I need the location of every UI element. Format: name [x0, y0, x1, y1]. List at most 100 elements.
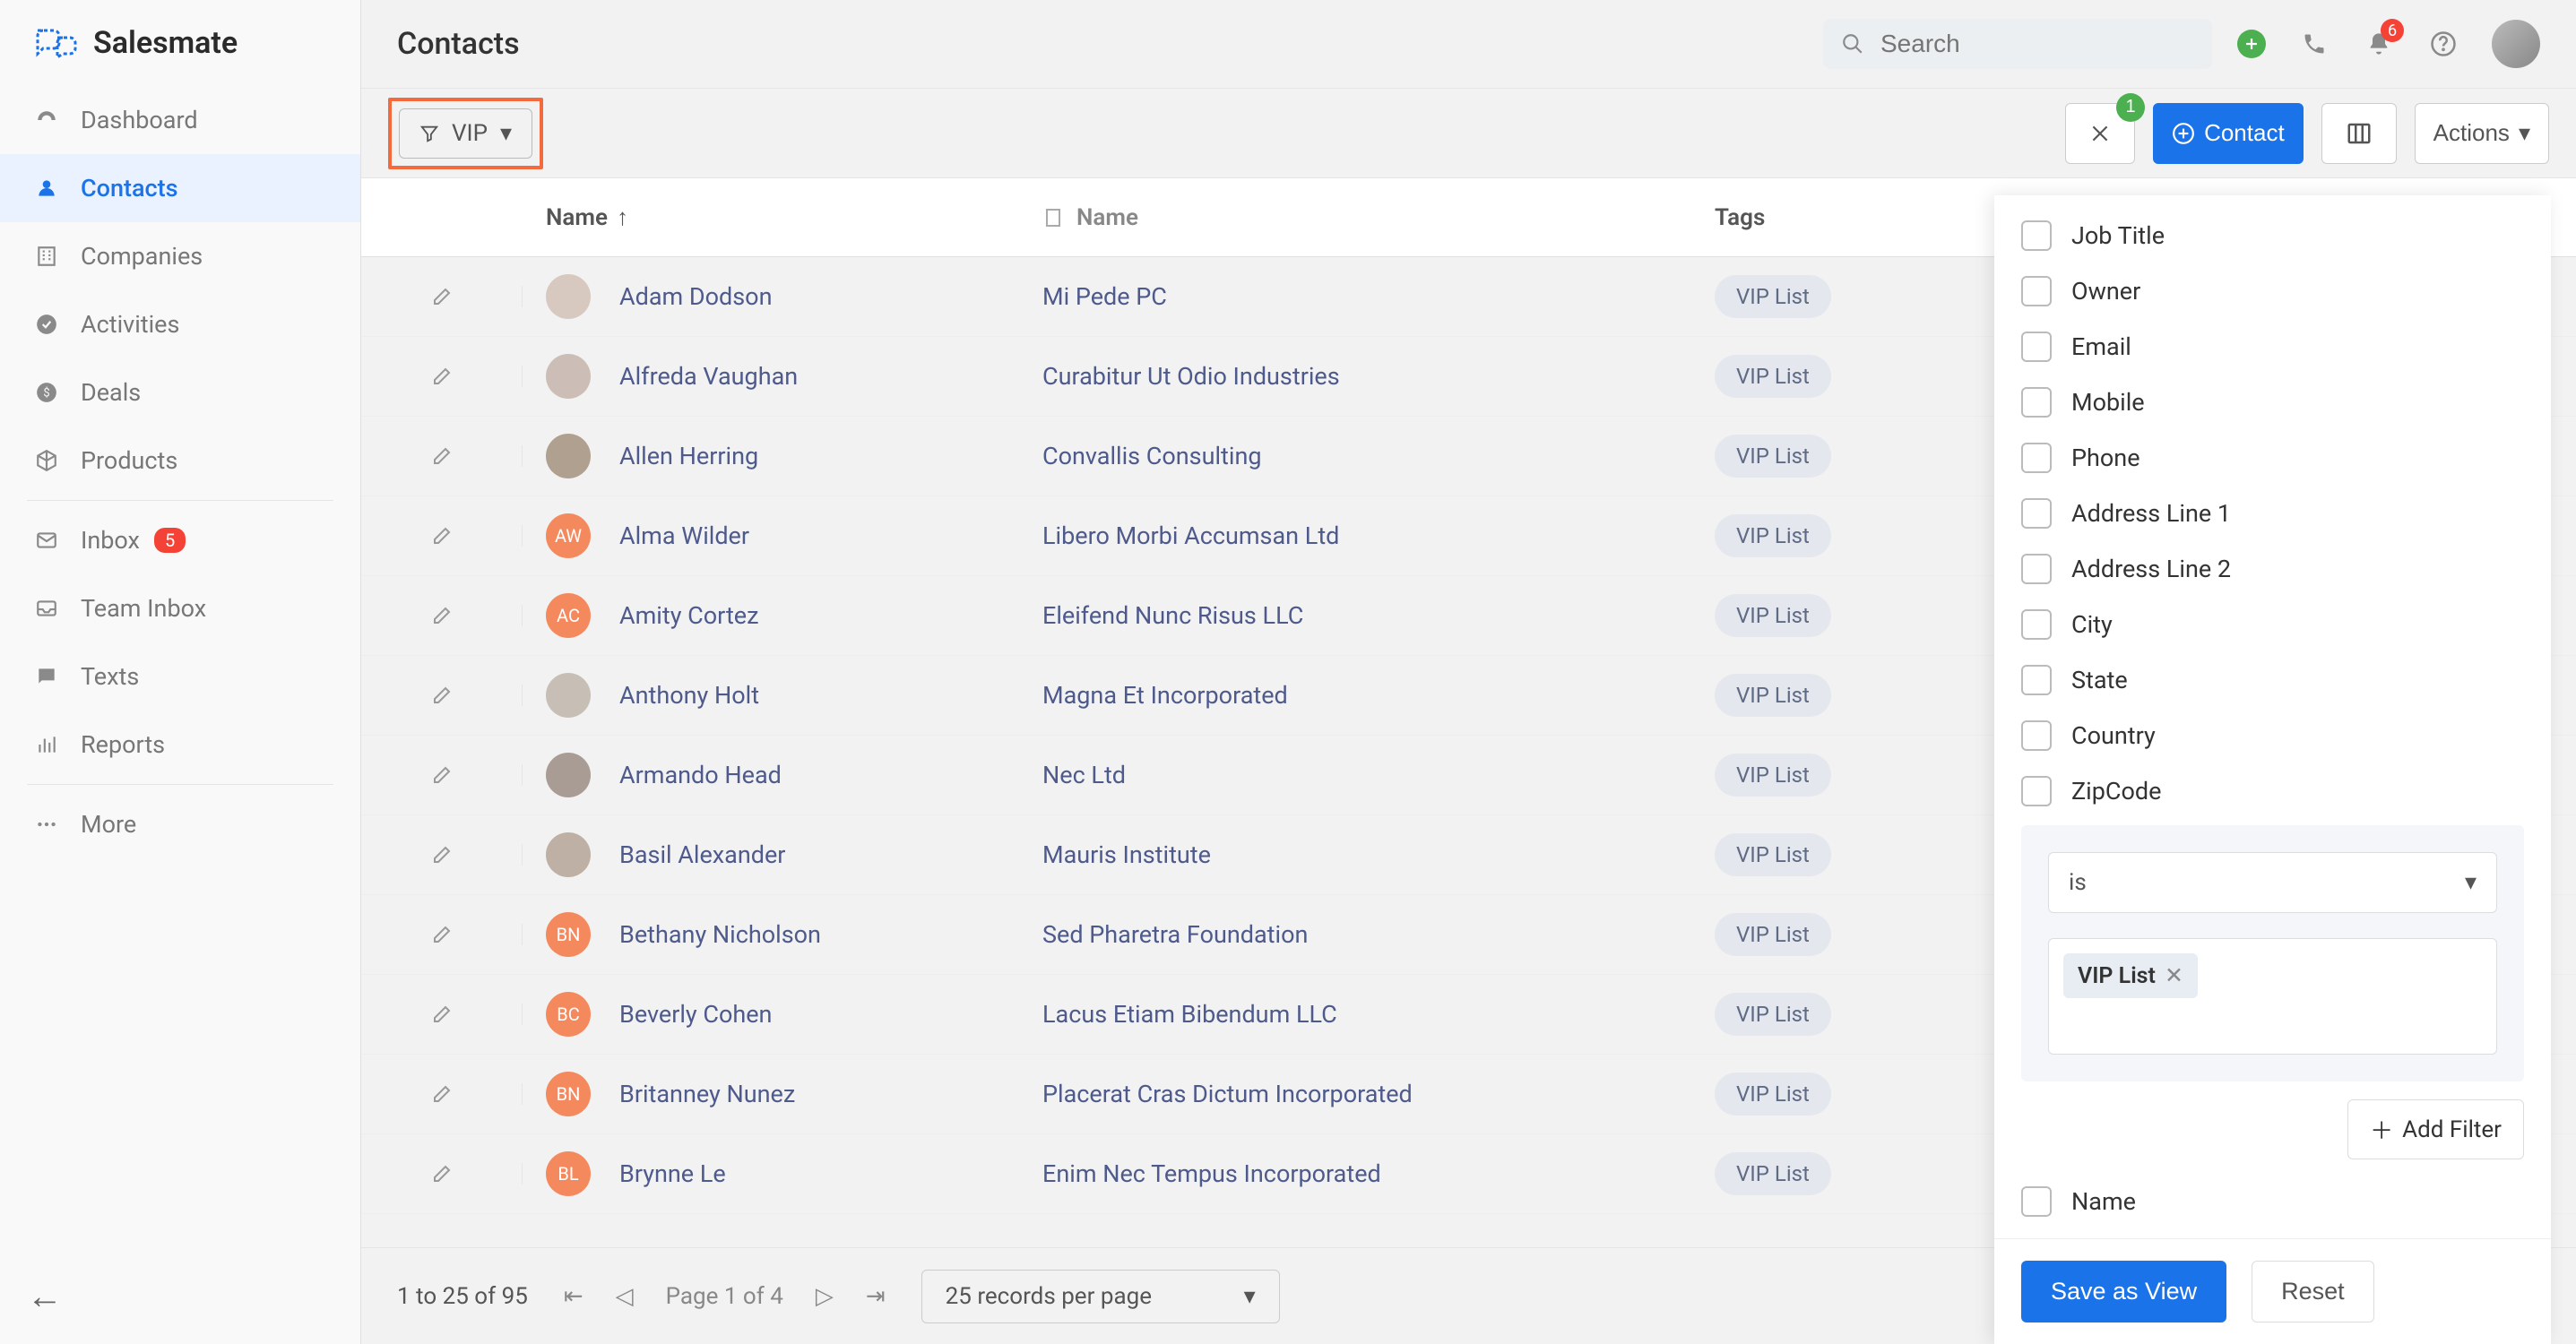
checkbox[interactable]	[2021, 720, 2052, 751]
phone-icon[interactable]	[2298, 28, 2330, 60]
filter-field-job-title[interactable]: Job Title	[2021, 208, 2524, 263]
contact-name-cell[interactable]: Basil Alexander	[523, 832, 1042, 877]
tag-pill[interactable]: VIP List	[1715, 754, 1831, 797]
company-name-cell[interactable]: Mauris Institute	[1042, 840, 1670, 869]
page-prev-icon[interactable]: ◁	[616, 1283, 634, 1310]
help-icon[interactable]	[2427, 28, 2459, 60]
sidebar-item-more[interactable]: More	[0, 790, 360, 858]
edit-row-button[interactable]	[361, 1004, 523, 1025]
tag-pill[interactable]: VIP List	[1715, 275, 1831, 318]
close-filter-button[interactable]: 1	[2065, 103, 2135, 164]
checkbox[interactable]	[2021, 498, 2052, 529]
edit-row-button[interactable]	[361, 1163, 523, 1185]
checkbox[interactable]	[2021, 1186, 2052, 1217]
tag-pill[interactable]: VIP List	[1715, 435, 1831, 478]
tag-pill[interactable]: VIP List	[1715, 993, 1831, 1036]
filter-field-address-line-2[interactable]: Address Line 2	[2021, 541, 2524, 597]
filter-field-owner[interactable]: Owner	[2021, 263, 2524, 319]
sidebar-item-contacts[interactable]: Contacts	[0, 154, 360, 222]
filter-field-email[interactable]: Email	[2021, 319, 2524, 375]
company-name-cell[interactable]: Eleifend Nunc Risus LLC	[1042, 601, 1670, 630]
sidebar-item-activities[interactable]: Activities	[0, 290, 360, 358]
edit-row-button[interactable]	[361, 366, 523, 387]
contact-name-cell[interactable]: AWAlma Wilder	[523, 513, 1042, 558]
page-size-select[interactable]: 25 records per page ▾	[921, 1270, 1280, 1323]
checkbox[interactable]	[2021, 665, 2052, 695]
sidebar-item-inbox[interactable]: Inbox5	[0, 506, 360, 574]
column-header-company[interactable]: Name	[1042, 204, 1670, 231]
back-arrow-icon[interactable]: ←	[27, 1275, 63, 1317]
save-as-view-button[interactable]: Save as View	[2021, 1261, 2226, 1322]
search-input[interactable]	[1880, 30, 2204, 58]
company-name-cell[interactable]: Convallis Consulting	[1042, 442, 1670, 470]
company-name-cell[interactable]: Placerat Cras Dictum Incorporated	[1042, 1080, 1670, 1108]
contact-name-cell[interactable]: Anthony Holt	[523, 673, 1042, 718]
filter-field-city[interactable]: City	[2021, 597, 2524, 652]
filter-field-state[interactable]: State	[2021, 652, 2524, 708]
contact-name-cell[interactable]: Armando Head	[523, 753, 1042, 797]
tag-pill[interactable]: VIP List	[1715, 913, 1831, 956]
edit-row-button[interactable]	[361, 685, 523, 706]
filter-field-phone[interactable]: Phone	[2021, 430, 2524, 486]
company-name-cell[interactable]: Lacus Etiam Bibendum LLC	[1042, 1000, 1670, 1029]
company-name-cell[interactable]: Curabitur Ut Odio Industries	[1042, 362, 1670, 391]
checkbox[interactable]	[2021, 443, 2052, 473]
page-first-icon[interactable]: ⇤	[564, 1283, 583, 1310]
sidebar-item-texts[interactable]: Texts	[0, 642, 360, 711]
checkbox[interactable]	[2021, 554, 2052, 584]
columns-button[interactable]	[2321, 103, 2397, 164]
reset-button[interactable]: Reset	[2252, 1261, 2374, 1322]
column-header-name[interactable]: Name ↑	[523, 203, 1042, 231]
sidebar-item-deals[interactable]: $Deals	[0, 358, 360, 426]
tag-pill[interactable]: VIP List	[1715, 355, 1831, 398]
sidebar-item-dashboard[interactable]: Dashboard	[0, 86, 360, 154]
edit-row-button[interactable]	[361, 605, 523, 626]
tag-pill[interactable]: VIP List	[1715, 833, 1831, 876]
filter-value-input[interactable]: VIP List ✕	[2048, 938, 2497, 1055]
checkbox[interactable]	[2021, 332, 2052, 362]
company-name-cell[interactable]: Sed Pharetra Foundation	[1042, 920, 1670, 949]
company-name-cell[interactable]: Nec Ltd	[1042, 761, 1670, 789]
add-button[interactable]	[2237, 30, 2266, 58]
edit-row-button[interactable]	[361, 924, 523, 945]
checkbox[interactable]	[2021, 220, 2052, 251]
checkbox[interactable]	[2021, 276, 2052, 306]
tag-pill[interactable]: VIP List	[1715, 514, 1831, 557]
edit-row-button[interactable]	[361, 286, 523, 307]
contact-name-cell[interactable]: BLBrynne Le	[523, 1151, 1042, 1196]
contact-name-cell[interactable]: Allen Herring	[523, 434, 1042, 478]
global-search[interactable]	[1823, 19, 2212, 69]
actions-dropdown[interactable]: Actions ▾	[2415, 103, 2549, 164]
filter-field-mobile[interactable]: Mobile	[2021, 375, 2524, 430]
checkbox[interactable]	[2021, 776, 2052, 806]
company-name-cell[interactable]: Magna Et Incorporated	[1042, 681, 1670, 710]
tag-pill[interactable]: VIP List	[1715, 1073, 1831, 1116]
sidebar-item-reports[interactable]: Reports	[0, 711, 360, 779]
filter-field-country[interactable]: Country	[2021, 708, 2524, 763]
contact-name-cell[interactable]: BCBeverly Cohen	[523, 992, 1042, 1037]
page-next-icon[interactable]: ▷	[816, 1283, 834, 1310]
edit-row-button[interactable]	[361, 1083, 523, 1105]
page-last-icon[interactable]: ⇥	[866, 1283, 886, 1310]
company-name-cell[interactable]: Libero Morbi Accumsan Ltd	[1042, 521, 1670, 550]
sidebar-item-team-inbox[interactable]: Team Inbox	[0, 574, 360, 642]
tag-pill[interactable]: VIP List	[1715, 1152, 1831, 1195]
edit-row-button[interactable]	[361, 445, 523, 467]
add-filter-button[interactable]: ＋ Add Filter	[2347, 1099, 2524, 1159]
sidebar-item-products[interactable]: Products	[0, 426, 360, 495]
edit-row-button[interactable]	[361, 764, 523, 786]
user-avatar[interactable]	[2492, 20, 2540, 68]
contact-name-cell[interactable]: Adam Dodson	[523, 274, 1042, 319]
sidebar-item-companies[interactable]: Companies	[0, 222, 360, 290]
company-name-cell[interactable]: Enim Nec Tempus Incorporated	[1042, 1159, 1670, 1188]
contact-name-cell[interactable]: ACAmity Cortez	[523, 593, 1042, 638]
tag-pill[interactable]: VIP List	[1715, 674, 1831, 717]
remove-token-icon[interactable]: ✕	[2165, 962, 2183, 989]
tag-pill[interactable]: VIP List	[1715, 594, 1831, 637]
filter-field-zipcode[interactable]: ZipCode	[2021, 763, 2524, 816]
filter-field-name[interactable]: Name	[2021, 1174, 2524, 1229]
view-filter-dropdown[interactable]: VIP ▾	[399, 108, 532, 159]
contact-name-cell[interactable]: BNBritanney Nunez	[523, 1072, 1042, 1116]
brand-logo[interactable]: Salesmate	[0, 0, 360, 86]
company-name-cell[interactable]: Mi Pede PC	[1042, 282, 1670, 311]
